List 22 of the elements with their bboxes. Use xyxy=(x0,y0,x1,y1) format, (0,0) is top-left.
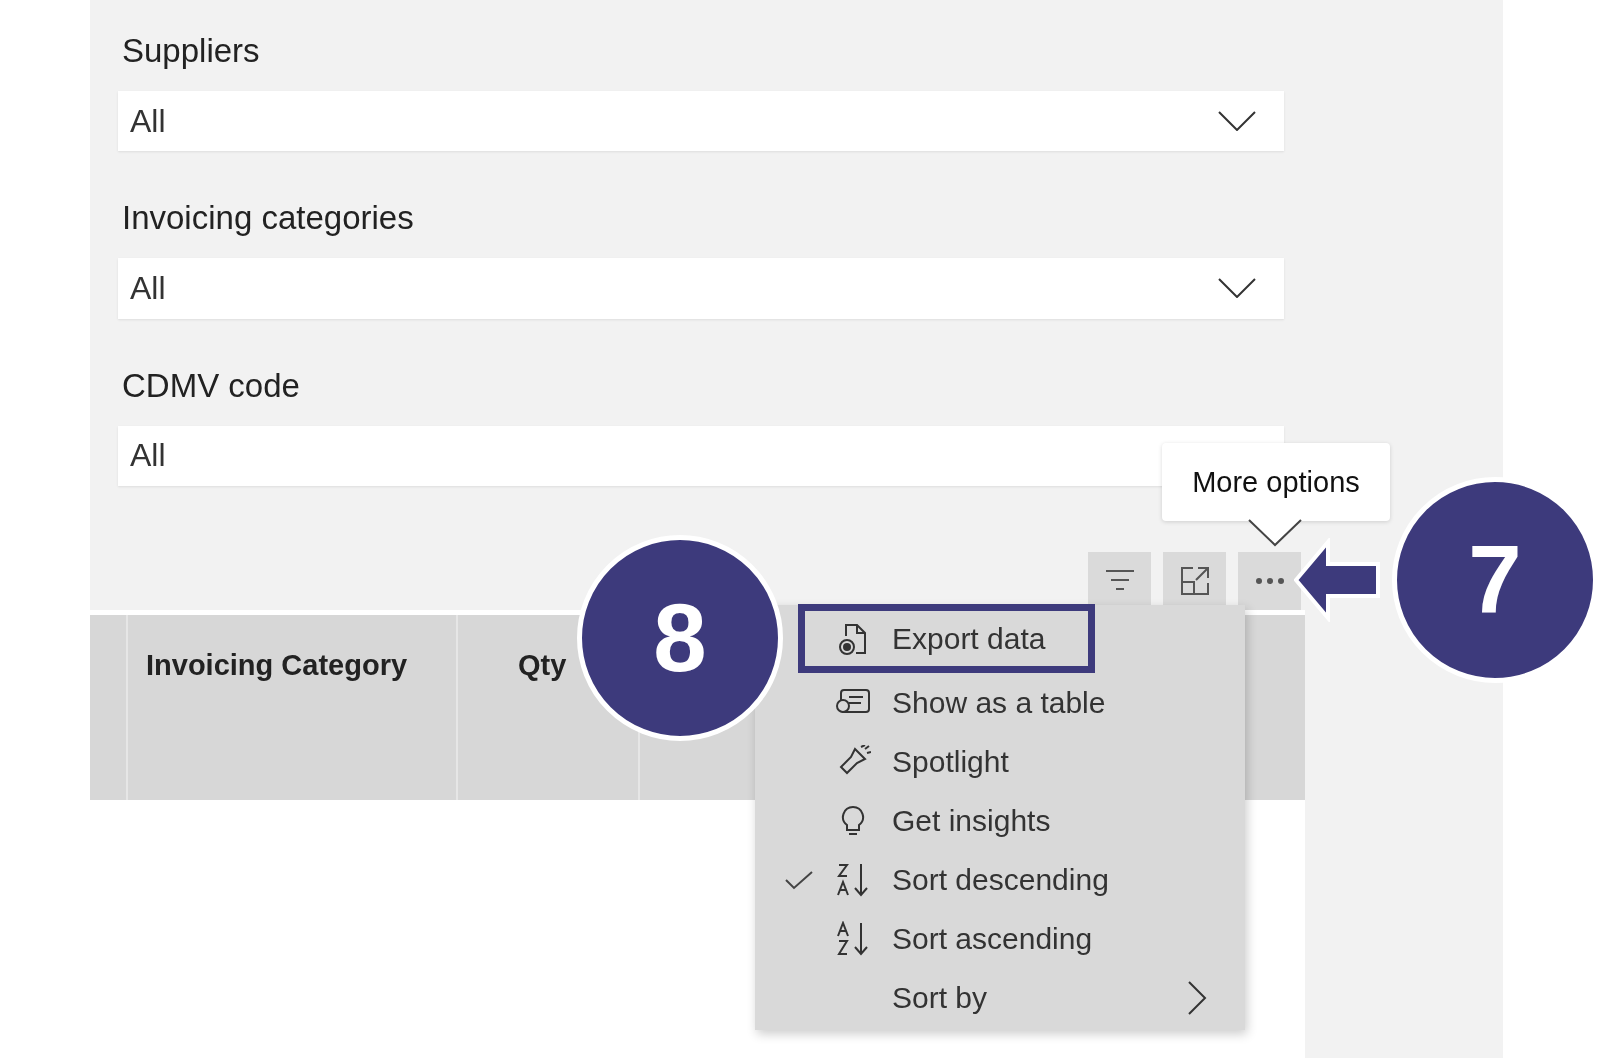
menu-item[interactable]: Sort by xyxy=(785,968,1245,1027)
dropdown-field[interactable]: All xyxy=(118,90,1284,152)
menu-item[interactable]: Spotlight xyxy=(785,732,1245,791)
arrow-icon xyxy=(1294,538,1382,622)
lightbulb-icon xyxy=(841,804,865,837)
column-header[interactable]: Invoicing Category xyxy=(146,649,408,681)
document-icon xyxy=(838,621,868,656)
menu-item[interactable]: Sort descending xyxy=(785,850,1245,909)
dropdown-field[interactable]: All xyxy=(118,258,1284,319)
menu-item[interactable]: Sort ascending xyxy=(785,909,1245,968)
sort-ascending-icon xyxy=(835,920,871,957)
slicer-label: CDMV code xyxy=(122,366,301,406)
more-options-button[interactable] xyxy=(1238,552,1301,610)
slicer-label: Suppliers xyxy=(122,32,261,71)
expand-icon xyxy=(1178,565,1211,597)
sort-descending-icon xyxy=(835,861,871,898)
menu-item[interactable]: Export data xyxy=(798,604,1095,673)
more-icon xyxy=(1254,577,1285,585)
column-header[interactable]: Qty xyxy=(518,649,567,681)
menu-item[interactable]: Get insights xyxy=(785,791,1245,850)
menu-item[interactable]: Show as a table xyxy=(785,673,1245,732)
slicer-label: Invoicing categories xyxy=(122,199,415,239)
